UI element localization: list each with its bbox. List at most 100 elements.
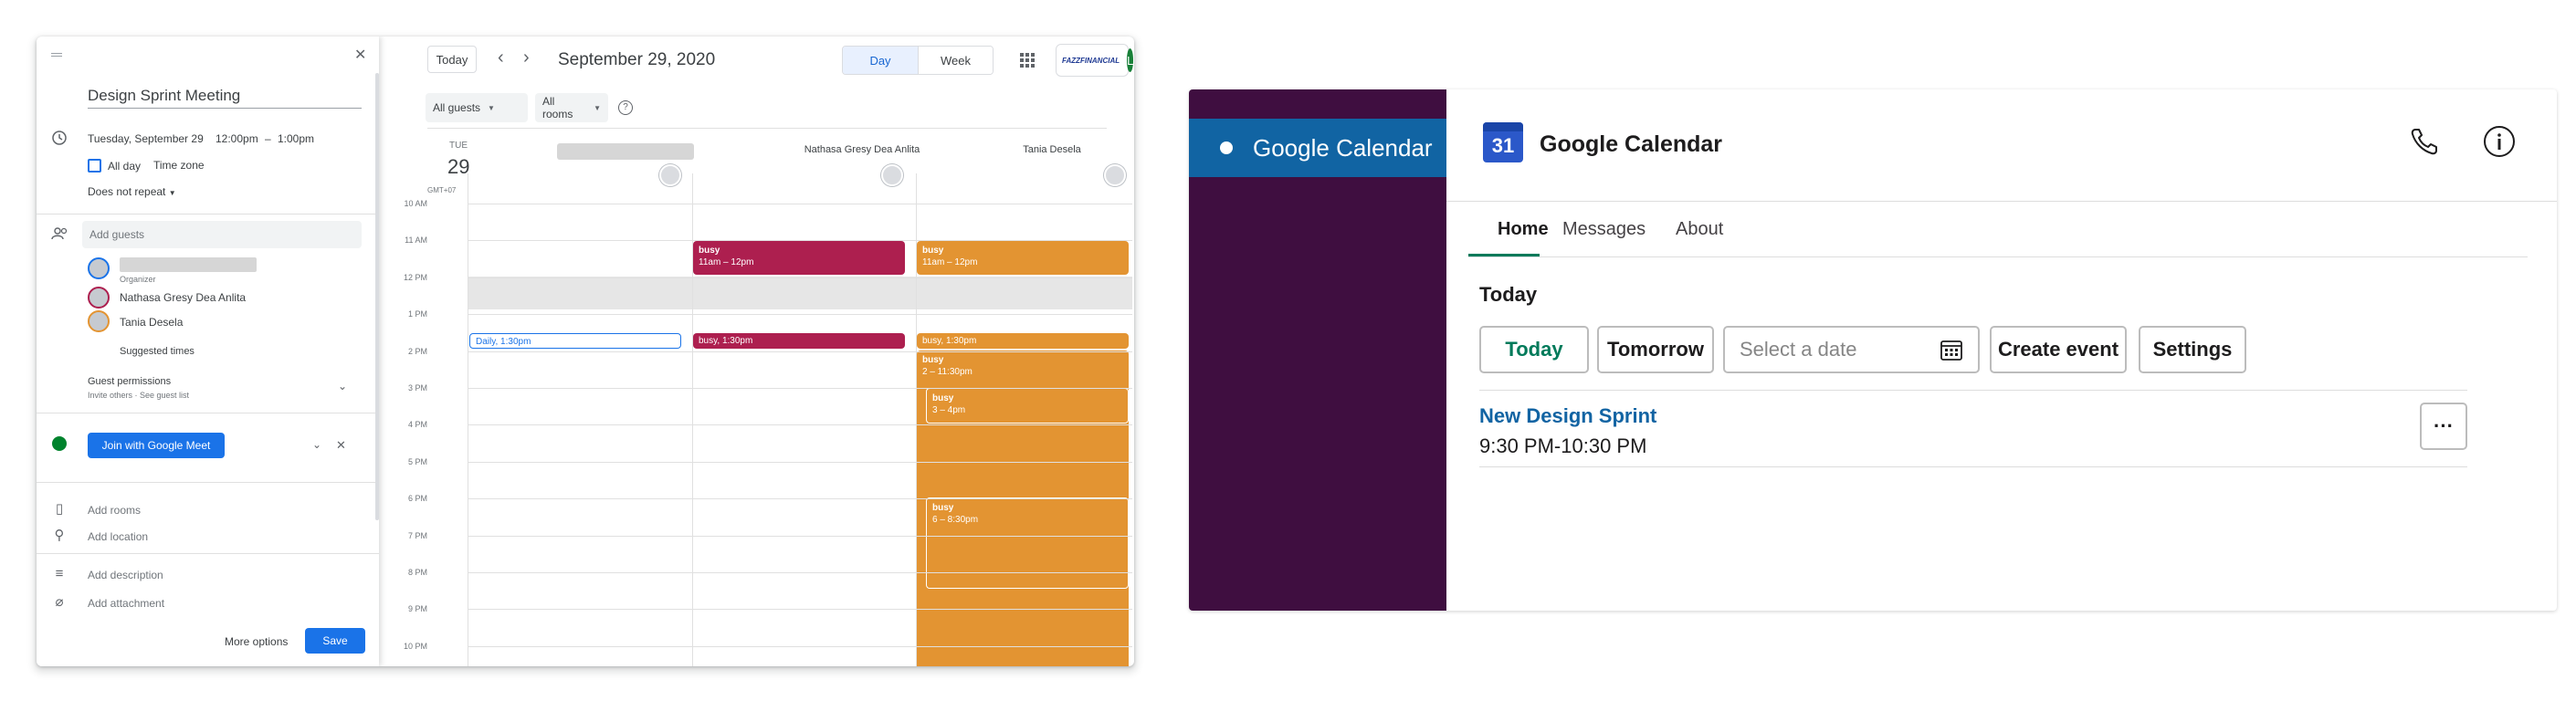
save-button[interactable]: Save — [305, 628, 365, 654]
drag-handle-icon[interactable] — [51, 53, 62, 57]
location-pin-icon: ⚲ — [54, 528, 65, 543]
all-day-checkbox[interactable] — [88, 159, 101, 173]
view-day-button[interactable]: Day — [843, 47, 918, 74]
panel-scrollbar[interactable] — [375, 73, 379, 520]
organizer-label: Organizer — [120, 275, 156, 284]
guest-column-name: Nathasa Gresy Dea Anlita — [804, 144, 920, 155]
tab-messages[interactable]: Messages — [1562, 219, 1645, 240]
hour-label: 10 PM — [403, 641, 427, 651]
slack-app-window: Google Calendar 31 Google Calendar Home … — [1189, 89, 2557, 611]
hour-label: 4 PM — [407, 420, 427, 430]
brand-logo: FAZZFINANCIAL — [1062, 56, 1120, 65]
busy-event[interactable]: busy 11am – 12pm — [917, 241, 1129, 275]
date-picker-placeholder: Select a date — [1740, 338, 1857, 361]
rooms-filter-dropdown[interactable]: All rooms ▼ — [535, 93, 608, 122]
prev-day-icon[interactable]: ‹ — [498, 47, 504, 68]
add-guests-placeholder: Add guests — [89, 228, 145, 241]
busy-event[interactable]: busy 3 – 4pm — [926, 388, 1129, 424]
event-title-link[interactable]: New Design Sprint — [1479, 404, 1656, 428]
dropdown-caret-icon: ▼ — [594, 103, 601, 112]
guests-filter-dropdown[interactable]: All guests ▼ — [426, 93, 528, 122]
phone-icon[interactable] — [2409, 126, 2440, 157]
add-guests-input[interactable]: Add guests — [82, 221, 362, 248]
google-calendar-app-icon: 31 — [1483, 122, 1523, 162]
presence-dot-icon — [1220, 141, 1233, 154]
tab-about[interactable]: About — [1676, 219, 1723, 240]
meet-options-chevron-icon[interactable]: ⌄ — [312, 438, 321, 451]
suggested-times-link[interactable]: Suggested times — [120, 346, 195, 357]
guest-permissions-label[interactable]: Guest permissions — [88, 376, 171, 387]
daily-event[interactable]: Daily, 1:30pm — [469, 333, 681, 349]
event-start-time[interactable]: 12:00pm — [216, 132, 258, 145]
expand-chevron-icon[interactable]: ⌄ — [338, 380, 347, 392]
next-day-icon[interactable]: › — [523, 47, 530, 68]
tab-home[interactable]: Home — [1498, 219, 1549, 240]
busy-event[interactable]: busy 6 – 8:30pm — [926, 497, 1129, 589]
hour-label: 10 AM — [404, 199, 427, 208]
create-event-button[interactable]: Create event — [1990, 326, 2127, 373]
hour-gridline — [468, 388, 1132, 389]
event-title-input[interactable]: Design Sprint Meeting — [88, 87, 240, 105]
busy-event[interactable]: busy, 1:30pm — [693, 333, 905, 349]
guest-avatar — [881, 164, 903, 186]
date-picker-input[interactable]: Select a date — [1723, 326, 1980, 373]
close-icon[interactable]: ✕ — [354, 46, 366, 64]
hour-gridline — [468, 461, 1132, 463]
guests-filter-label: All guests — [433, 101, 481, 114]
settings-button[interactable]: Settings — [2139, 326, 2246, 373]
today-button[interactable]: Today — [427, 46, 477, 73]
date-title: September 29, 2020 — [558, 50, 716, 69]
user-avatar[interactable]: L — [1127, 48, 1134, 72]
column-divider — [692, 173, 693, 666]
event-editor-panel: ✕ Design Sprint Meeting Tuesday, Septemb… — [37, 37, 379, 666]
hour-gridline — [468, 609, 1132, 611]
add-description-field[interactable]: Add description — [88, 569, 163, 581]
google-meet-icon — [52, 436, 67, 451]
info-icon[interactable] — [2482, 124, 2517, 159]
day-of-week: TUE — [449, 141, 468, 151]
join-meet-button[interactable]: Join with Google Meet — [88, 433, 225, 458]
event-time: 9:30 PM-10:30 PM — [1479, 434, 1647, 457]
section-title: Today — [1479, 283, 1538, 306]
event-date[interactable]: Tuesday, September 29 — [88, 132, 204, 145]
hour-label: 11 AM — [405, 235, 427, 246]
clock-icon — [52, 131, 67, 145]
overflow-menu-icon[interactable]: ··· — [2420, 403, 2467, 450]
guest-avatar — [88, 287, 110, 309]
apps-grid-icon[interactable] — [1020, 53, 1035, 68]
view-week-button[interactable]: Week — [918, 47, 993, 74]
help-icon[interactable]: ? — [618, 100, 633, 115]
sidebar-item-google-calendar[interactable]: Google Calendar — [1189, 119, 1446, 177]
day-number: 29 — [447, 155, 470, 178]
hour-label: 6 PM — [407, 494, 427, 504]
event-end-time[interactable]: 1:00pm — [278, 132, 314, 145]
guest-avatar — [1104, 164, 1126, 186]
dropdown-caret-icon: ▼ — [168, 189, 176, 197]
attachment-icon: ⌀ — [55, 594, 64, 610]
add-location-field[interactable]: Add location — [88, 530, 148, 543]
meeting-time-band — [468, 277, 1132, 309]
list-divider — [1479, 466, 2467, 467]
more-options-button[interactable]: More options — [225, 635, 288, 648]
room-icon: ▯ — [55, 501, 64, 517]
remove-meet-icon[interactable]: ✕ — [336, 438, 346, 453]
organizer-name-redacted — [557, 143, 694, 160]
busy-event[interactable]: busy, 1:30pm — [917, 333, 1129, 349]
dropdown-caret-icon: ▼ — [488, 103, 495, 112]
guest-name: Nathasa Gresy Dea Anlita — [120, 291, 247, 304]
busy-event[interactable]: busy 11am – 12pm — [693, 241, 905, 275]
guest-avatar — [88, 310, 110, 332]
add-attachment-field[interactable]: Add attachment — [88, 597, 164, 610]
today-button[interactable]: Today — [1479, 326, 1589, 373]
app-icon-number: 31 — [1491, 134, 1515, 157]
organizer-avatar — [88, 257, 110, 279]
repeat-dropdown[interactable]: Does not repeat ▼ — [88, 185, 176, 198]
view-switcher: Day Week — [842, 46, 994, 75]
tomorrow-button[interactable]: Tomorrow — [1597, 326, 1714, 373]
hour-label: 12 PM — [403, 272, 427, 282]
add-rooms-field[interactable]: Add rooms — [88, 504, 141, 517]
time-zone-link[interactable]: Time zone — [153, 159, 205, 172]
hour-gridline — [468, 277, 1132, 278]
account-chip[interactable]: FAZZFINANCIAL L — [1056, 44, 1134, 77]
rooms-filter-label: All rooms — [542, 95, 573, 120]
